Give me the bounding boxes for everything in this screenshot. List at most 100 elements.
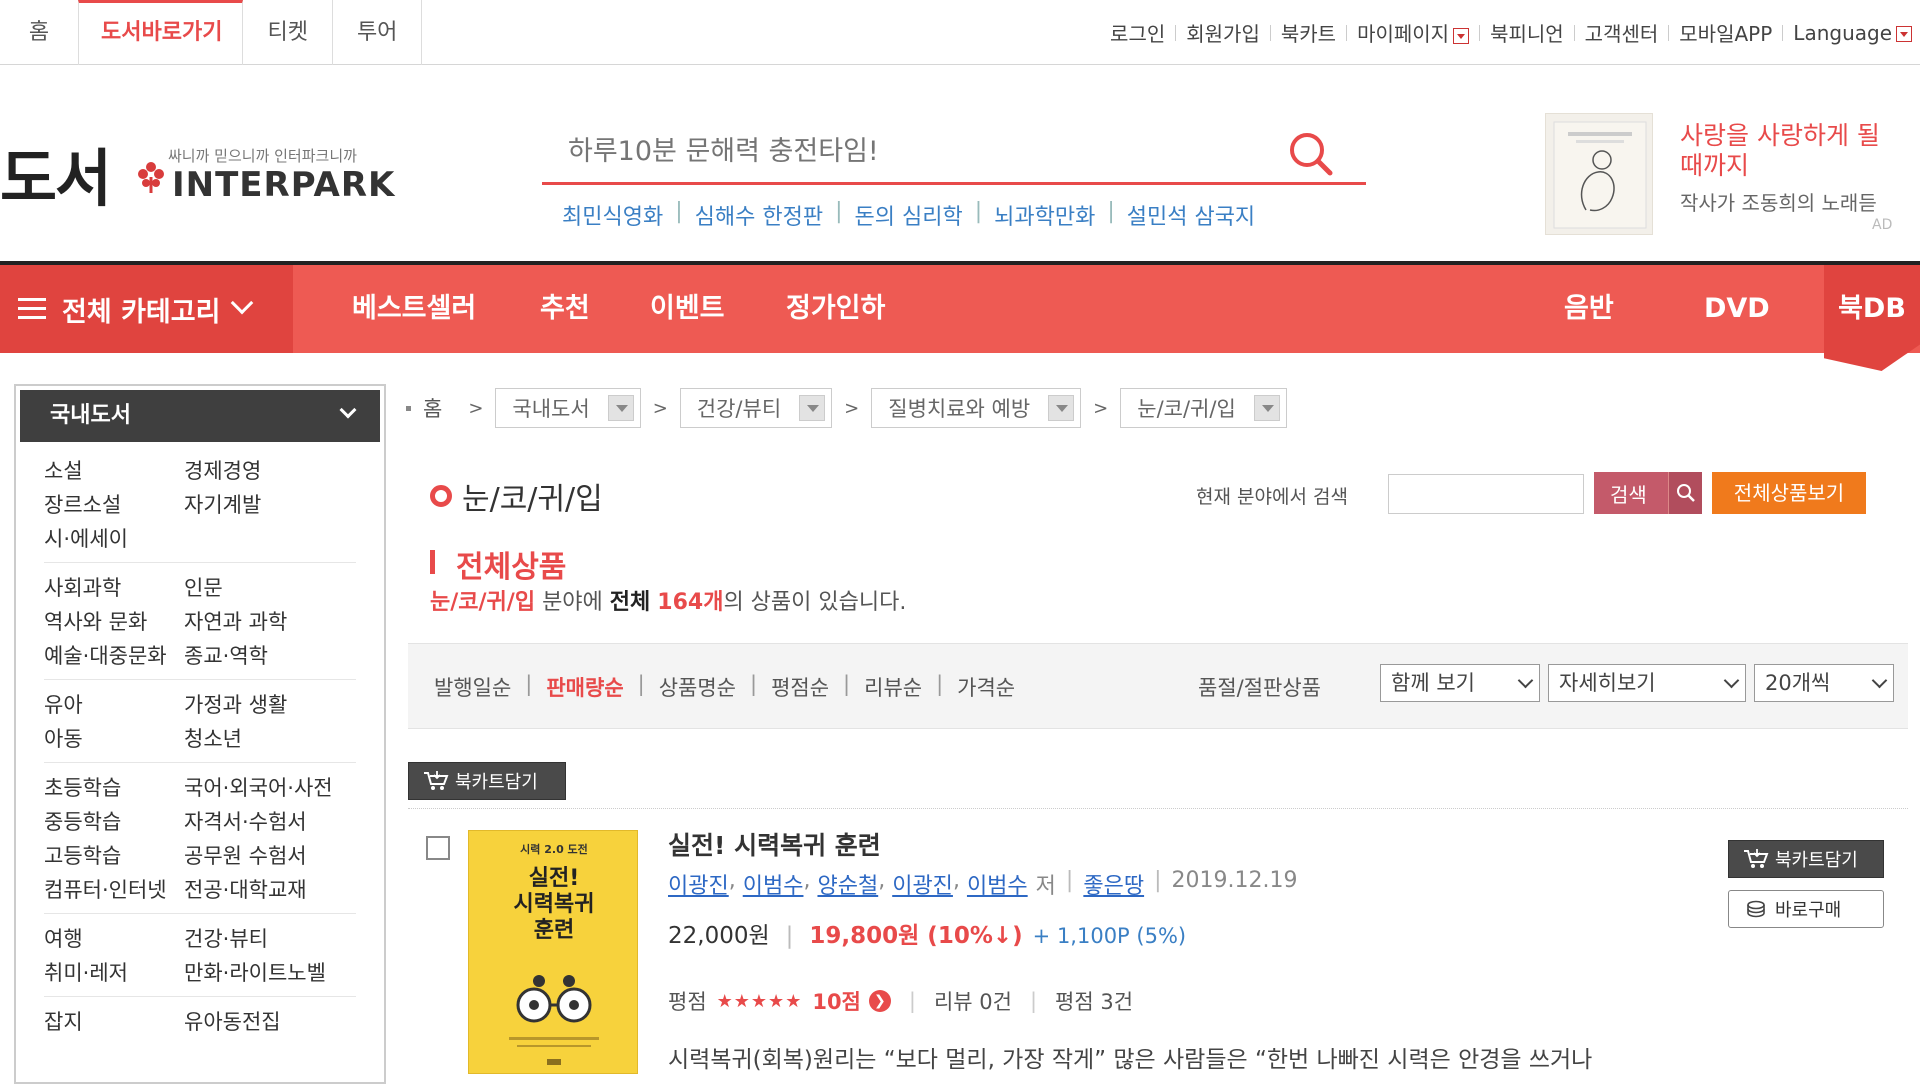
search-input[interactable] (566, 129, 1246, 173)
mypage-link[interactable]: 마이페이지 (1357, 18, 1470, 47)
language-link[interactable]: Language (1793, 21, 1912, 45)
sidebar-item[interactable]: 여행 (44, 922, 184, 956)
breadcrumb-select[interactable]: 눈/코/귀/입 (1120, 388, 1287, 428)
breadcrumb-select[interactable]: 건강/뷰티 (679, 388, 833, 428)
nav-event[interactable]: 이벤트 (650, 265, 725, 353)
sidebar-item[interactable]: 자기계발 (184, 488, 356, 522)
interpark-logo[interactable]: INTERPARK (172, 165, 395, 205)
nav-price-down[interactable]: 정가인하 (786, 265, 885, 353)
chevron-down-icon (1048, 395, 1075, 421)
nav-bookdb[interactable]: 북DB (1824, 265, 1920, 371)
nav-bestseller[interactable]: 베스트셀러 (352, 265, 476, 353)
sort-by-name[interactable]: 상품명순 (659, 672, 736, 702)
sidebar-item[interactable]: 청소년 (184, 722, 356, 756)
breadcrumb-home[interactable]: 홈 (423, 393, 442, 423)
rating-count[interactable]: 평점 3건 (1055, 986, 1133, 1016)
sidebar-item[interactable]: 중등학습 (44, 805, 184, 839)
customer-center-link[interactable]: 고객센터 (1585, 18, 1659, 47)
sort-by-sales[interactable]: 판매량순 (546, 672, 623, 702)
all-category-button[interactable]: 전체 카테고리 (0, 265, 293, 353)
item-title[interactable]: 실전! 시력복귀 훈련 (668, 826, 881, 862)
field-search-button[interactable]: 검색 (1594, 472, 1702, 514)
nav-dvd[interactable]: DVD (1704, 265, 1770, 353)
hot-keyword[interactable]: 설민석 삼국지 (1127, 199, 1255, 231)
ad-title[interactable]: 사랑을 사랑하게 될때까지 (1680, 121, 1880, 181)
hot-keyword[interactable]: 뇌과학만화 (994, 199, 1095, 231)
sidebar-item[interactable]: 초등학습 (44, 771, 184, 805)
add-to-cart-button[interactable]: 북카트담기 (1728, 840, 1884, 878)
author-link[interactable]: 이범수 (743, 868, 804, 900)
author-link[interactable]: 이광진 (892, 868, 953, 900)
hot-keyword[interactable]: 심해수 한정판 (695, 199, 823, 231)
sidebar-title[interactable]: 국내도서 (20, 390, 380, 442)
sidebar-item[interactable]: 역사와 문화 (44, 605, 184, 639)
sidebar-item[interactable]: 가정과 생활 (184, 688, 356, 722)
breadcrumb: 홈 > 국내도서 > 건강/뷰티 > 질병치료와 예방 > 눈/코/귀/입 (406, 388, 1287, 428)
sort-by-rating[interactable]: 평점순 (771, 672, 829, 702)
sidebar-item[interactable]: 취미·레저 (44, 956, 184, 990)
buy-now-button[interactable]: 바로구매 (1728, 890, 1884, 928)
hot-keyword[interactable]: 돈의 심리학 (854, 199, 962, 231)
bookcart-link[interactable]: 북카트 (1281, 18, 1336, 47)
nav-recommend[interactable]: 추천 (540, 265, 590, 353)
bookpinion-link[interactable]: 북피니언 (1490, 18, 1564, 47)
service-tab-ticket[interactable]: 티켓 (243, 0, 333, 65)
sidebar-item[interactable]: 건강·뷰티 (184, 922, 356, 956)
sidebar-item[interactable]: 컴퓨터·인터넷 (44, 873, 184, 907)
author-link[interactable]: 양순철 (817, 868, 878, 900)
nav-music[interactable]: 음반 (1564, 265, 1614, 353)
breadcrumb-select[interactable]: 국내도서 (495, 388, 641, 428)
review-count[interactable]: 리뷰 0건 (934, 986, 1012, 1016)
search-icon[interactable] (1286, 129, 1336, 179)
login-link[interactable]: 로그인 (1110, 18, 1165, 47)
sidebar-item[interactable]: 만화·라이트노벨 (184, 956, 356, 990)
sidebar-item[interactable]: 자격서·수험서 (184, 805, 356, 839)
sidebar-item[interactable]: 전공·대학교재 (184, 873, 356, 907)
sidebar-item[interactable]: 잡지 (44, 1005, 184, 1039)
author-link[interactable]: 이광진 (668, 868, 729, 900)
sidebar-item[interactable]: 소설 (44, 454, 184, 488)
item-checkbox[interactable] (426, 836, 450, 860)
arrow-right-icon[interactable]: ❯ (868, 990, 891, 1012)
page-title-text: 눈/코/귀/입 (462, 482, 603, 517)
breadcrumb-label: 국내도서 (512, 397, 590, 421)
sold-out-view-select[interactable]: 함께 보기 (1380, 664, 1540, 702)
mobile-app-link[interactable]: 모바일APP (1679, 18, 1772, 47)
per-page-select[interactable]: 20개씩 (1754, 664, 1894, 702)
sidebar-item[interactable]: 아동 (44, 722, 184, 756)
page-title: 눈/코/귀/입 (430, 474, 603, 518)
sidebar-item[interactable]: 유아 (44, 688, 184, 722)
signup-link[interactable]: 회원가입 (1186, 18, 1260, 47)
book-cover[interactable]: 시력 2.0 도전 실전! 시력복귀 훈련 (468, 830, 638, 1074)
author-link[interactable]: 이범수 (967, 868, 1028, 900)
sidebar-item[interactable]: 사회과학 (44, 571, 184, 605)
sidebar-item[interactable]: 고등학습 (44, 839, 184, 873)
sidebar-item[interactable]: 공무원 수험서 (184, 839, 356, 873)
books-logo-text[interactable]: 도서 (0, 128, 112, 218)
sort-by-price[interactable]: 가격순 (957, 672, 1015, 702)
sidebar-item[interactable]: 국어·외국어·사전 (184, 771, 356, 805)
sidebar-item[interactable]: 자연과 과학 (184, 605, 356, 639)
publisher-link[interactable]: 좋은땅 (1083, 868, 1144, 900)
sidebar-item[interactable]: 장르소설 (44, 488, 184, 522)
sidebar-item[interactable]: 예술·대중문화 (44, 639, 184, 673)
sidebar-item[interactable]: 시·에세이 (44, 522, 184, 556)
view-all-products-button[interactable]: 전체상품보기 (1712, 472, 1866, 514)
ad-book-cover[interactable] (1545, 113, 1653, 235)
sort-by-review[interactable]: 리뷰순 (864, 672, 922, 702)
view-mode-select[interactable]: 자세히보기 (1548, 664, 1746, 702)
sidebar-item[interactable]: 경제경영 (184, 454, 356, 488)
sort-by-date[interactable]: 발행일순 (434, 672, 511, 702)
cover-line: 훈련 (534, 918, 574, 943)
ad-subtitle[interactable]: 작사가 조동희의 노래듣 (1680, 187, 1877, 216)
sidebar-item[interactable]: 유아동전집 (184, 1005, 356, 1039)
service-tab-tour[interactable]: 투어 (333, 0, 423, 65)
breadcrumb-select[interactable]: 질병치료와 예방 (871, 388, 1082, 428)
sidebar-item[interactable]: 인문 (184, 571, 356, 605)
field-search-input[interactable] (1388, 474, 1584, 514)
service-tab-books[interactable]: 도서바로가기 (78, 0, 244, 65)
sidebar-item[interactable]: 종교·역학 (184, 639, 356, 673)
total-products-desc: 눈/코/귀/입 분야에 전체 164개의 상품이 있습니다. (430, 584, 906, 616)
add-selected-to-cart-button[interactable]: 북카트담기 (408, 762, 566, 800)
hot-keyword[interactable]: 최민식영화 (562, 199, 663, 231)
